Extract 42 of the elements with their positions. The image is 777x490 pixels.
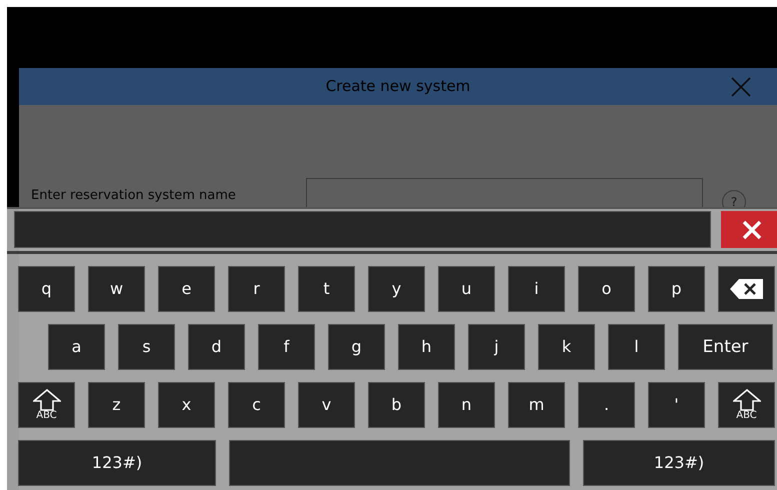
- letter-key[interactable]: l: [608, 324, 665, 370]
- symbols-key[interactable]: 123#): [583, 440, 775, 486]
- close-keyboard-button[interactable]: [721, 211, 777, 248]
- letter-key[interactable]: r: [228, 266, 285, 312]
- letter-key[interactable]: n: [438, 382, 495, 428]
- letter-key[interactable]: x: [158, 382, 215, 428]
- close-icon: [742, 220, 762, 240]
- letter-key[interactable]: y: [368, 266, 425, 312]
- letter-key[interactable]: h: [398, 324, 455, 370]
- letter-key[interactable]: s: [118, 324, 175, 370]
- shift-arrow-icon: [732, 389, 760, 411]
- letter-key[interactable]: f: [258, 324, 315, 370]
- letter-key[interactable]: b: [368, 382, 425, 428]
- letter-key[interactable]: k: [538, 324, 595, 370]
- backspace-icon: [728, 278, 764, 300]
- dialog-title: Create new system: [326, 76, 470, 98]
- shift-key[interactable]: ABC: [718, 382, 775, 428]
- letter-key[interactable]: w: [88, 266, 145, 312]
- letter-key[interactable]: t: [298, 266, 355, 312]
- letter-key[interactable]: q: [18, 266, 75, 312]
- letter-key[interactable]: z: [88, 382, 145, 428]
- letter-key[interactable]: o: [578, 266, 635, 312]
- letter-key[interactable]: a: [48, 324, 105, 370]
- shift-arrow-icon: [32, 389, 60, 411]
- field-label: Enter reservation system name: [31, 187, 236, 205]
- shift-key[interactable]: ABC: [18, 382, 75, 428]
- letter-key[interactable]: e: [158, 266, 215, 312]
- letter-key[interactable]: m: [508, 382, 565, 428]
- letter-key[interactable]: g: [328, 324, 385, 370]
- letter-key[interactable]: d: [188, 324, 245, 370]
- letter-key[interactable]: v: [298, 382, 355, 428]
- letter-key[interactable]: ': [648, 382, 705, 428]
- letter-key[interactable]: j: [468, 324, 525, 370]
- letter-key[interactable]: p: [648, 266, 705, 312]
- letter-key[interactable]: c: [228, 382, 285, 428]
- keyboard-input-field[interactable]: [14, 211, 711, 248]
- letter-key[interactable]: i: [508, 266, 565, 312]
- enter-key[interactable]: Enter: [678, 324, 773, 370]
- letter-key[interactable]: u: [438, 266, 495, 312]
- symbols-key[interactable]: 123#): [18, 440, 216, 486]
- letter-key[interactable]: .: [578, 382, 635, 428]
- backspace-key[interactable]: [718, 266, 775, 312]
